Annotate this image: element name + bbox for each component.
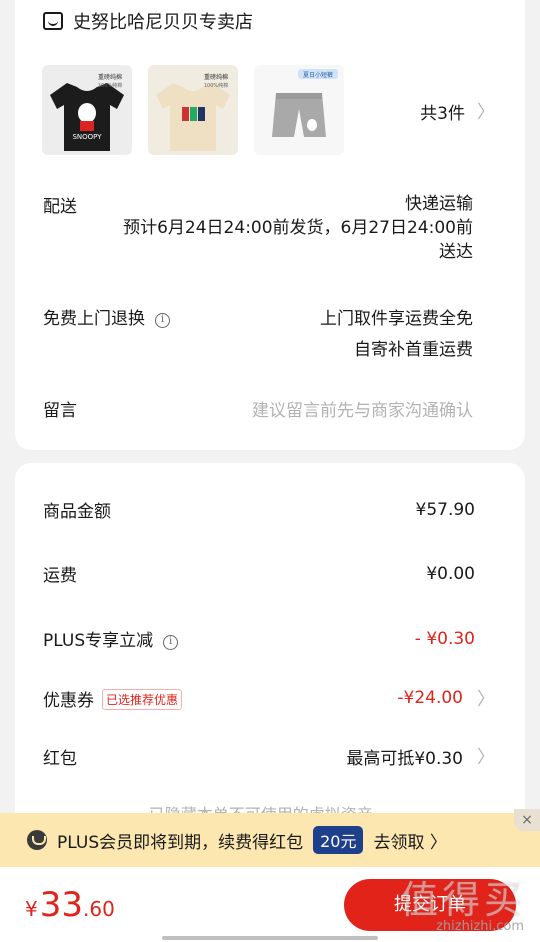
store-row[interactable]: 史努比哈尼贝贝专卖店 xyxy=(43,8,253,34)
returns-label: 免费上门退换 xyxy=(43,309,145,329)
coupon-tag: 已选推荐优惠 xyxy=(102,688,183,710)
watermark-logo: 值得买 xyxy=(399,878,526,922)
delivery-info: 快递运输 预计6月24日24:00前发货，6月27日24:00前 送达 xyxy=(123,192,473,264)
watermark-url: zhizhizhi.com xyxy=(436,919,524,934)
thumb-caption: 夏日小短裤 xyxy=(303,71,333,79)
thumb-caption: 重磅纯棉 xyxy=(98,73,122,81)
info-icon[interactable]: i xyxy=(163,635,179,650)
item-count-label: 共3件 xyxy=(420,103,465,124)
thumb-sub: 100%纯棉 xyxy=(204,82,228,89)
watermark: 值得买 zhizhizhi.com xyxy=(384,867,534,942)
red-packet-label: 红包 xyxy=(43,748,77,769)
banner-text: PLUS会员即将到期，续费得红包 xyxy=(57,832,304,853)
returns-label-wrap: 免费上门退换 i xyxy=(43,304,170,366)
claim-button[interactable]: 去领取 〉 xyxy=(373,828,446,853)
plus-discount-value: - ¥0.30 xyxy=(414,628,475,649)
total-decimal: .60 xyxy=(83,897,115,921)
delivery-row: 配送 快递运输 预计6月24日24:00前发货，6月27日24:00前 送达 xyxy=(43,192,473,264)
message-label: 留言 xyxy=(43,401,77,421)
message-input[interactable]: 建议留言前先与商家沟通确认 xyxy=(252,396,473,421)
coupon-value-wrap: -¥24.00 〉 xyxy=(397,685,495,711)
plus-logo-icon xyxy=(27,830,47,850)
red-packet-badge: 20元 xyxy=(313,826,364,854)
returns-line2: 自寄补首重运费 xyxy=(354,340,473,360)
gray-shorts-image[interactable]: 夏日小短裤 xyxy=(254,65,344,155)
tshirt-print-text: SNOOPY xyxy=(72,133,102,141)
checkout-bar: ¥ 33 .60 提交订单 值得买 zhizhizhi.com xyxy=(0,867,540,942)
total-price: ¥ 33 .60 xyxy=(25,885,115,925)
coupon-value: -¥24.00 xyxy=(397,688,463,708)
close-icon[interactable]: × xyxy=(514,809,540,831)
shipping-label: 运费 xyxy=(43,566,77,586)
message-row[interactable]: 留言 建议留言前先与商家沟通确认 xyxy=(43,396,473,421)
store-name: 史努比哈尼贝贝专卖店 xyxy=(73,12,253,33)
coupon-label: 优惠券 xyxy=(43,690,94,711)
thumb-caption: 重磅纯棉 xyxy=(204,73,228,81)
delivery-estimate-line2: 送达 xyxy=(439,242,473,262)
plus-label-wrap: PLUS专享立减 i xyxy=(43,626,179,651)
chevron-right-icon: 〉 xyxy=(477,747,495,768)
product-thumbnails[interactable]: SNOOPY 重磅纯棉 100%纯棉 重磅纯棉 100%纯棉 夏日小短裤 xyxy=(42,65,344,155)
home-indicator xyxy=(162,936,378,940)
chevron-right-icon: 〉 xyxy=(477,102,495,123)
order-items-card: 史努比哈尼贝贝专卖店 SNOOPY 重磅纯棉 100%纯棉 重磅纯棉 100%纯… xyxy=(15,0,525,450)
thumb-sub: 100%纯棉 xyxy=(98,82,122,89)
goods-amount-row: 商品金额 ¥57.90 xyxy=(43,497,475,523)
chevron-right-icon: 〉 xyxy=(477,689,495,710)
plus-discount-row: PLUS专享立减 i - ¥0.30 xyxy=(43,626,475,652)
returns-info: 上门取件享运费全免 自寄补首重运费 xyxy=(320,304,473,366)
currency-symbol: ¥ xyxy=(25,897,38,921)
goods-amount-label: 商品金额 xyxy=(43,502,111,522)
plus-discount-label: PLUS专享立减 xyxy=(43,631,154,651)
delivery-label: 配送 xyxy=(43,197,77,217)
delivery-method: 快递运输 xyxy=(405,194,473,214)
returns-row: 免费上门退换 i 上门取件享运费全免 自寄补首重运费 xyxy=(43,304,473,366)
total-integer: 33 xyxy=(39,885,83,925)
returns-line1: 上门取件享运费全免 xyxy=(320,309,473,329)
delivery-estimate-line1: 预计6月24日24:00前发货，6月27日24:00前 xyxy=(123,218,473,238)
red-packet-value-wrap: 最高可抵¥0.30 〉 xyxy=(346,743,495,769)
shipping-value: ¥0.00 xyxy=(426,563,475,584)
coupon-row[interactable]: 优惠券 已选推荐优惠 -¥24.00 〉 xyxy=(43,685,495,711)
red-packet-row[interactable]: 红包 最高可抵¥0.30 〉 xyxy=(43,743,495,769)
shipping-row: 运费 ¥0.00 xyxy=(43,561,475,587)
info-icon[interactable]: i xyxy=(155,313,170,328)
goods-amount-value: ¥57.90 xyxy=(415,499,475,520)
cream-tshirt-image[interactable]: 重磅纯棉 100%纯棉 xyxy=(148,65,238,155)
item-count[interactable]: 共3件 〉 xyxy=(420,98,495,124)
plus-renewal-banner[interactable]: PLUS会员即将到期，续费得红包 20元 去领取 〉 × xyxy=(0,809,540,867)
black-tshirt-image[interactable]: SNOOPY 重磅纯棉 100%纯棉 xyxy=(42,65,132,155)
coupon-label-wrap: 优惠券 已选推荐优惠 xyxy=(43,686,183,711)
store-icon xyxy=(43,12,63,30)
red-packet-value: 最高可抵¥0.30 xyxy=(346,748,463,769)
